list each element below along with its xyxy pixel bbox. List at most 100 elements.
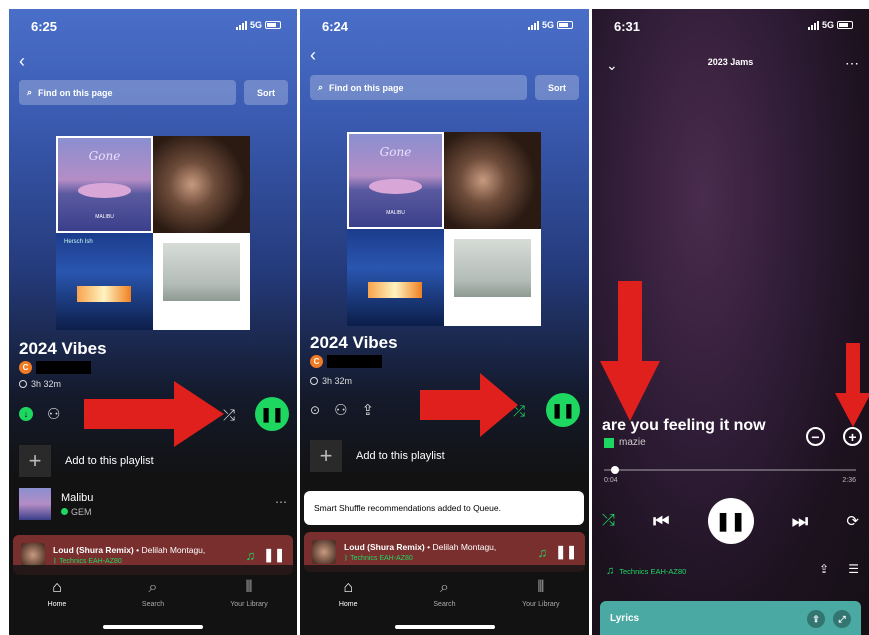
- downloaded-icon: [61, 508, 68, 515]
- owner-avatar: C: [19, 361, 32, 374]
- red-arrow-down-small: [835, 343, 869, 427]
- pause-icon[interactable]: ❚❚: [546, 393, 580, 427]
- plus-circle-icon[interactable]: +: [843, 427, 862, 446]
- artist-icon: [604, 437, 614, 448]
- connected-device[interactable]: ♫ Technics EAH-AZ80: [606, 565, 686, 577]
- screen-playlist-1: 6:25 5G ‹ ⌕ Find on this page Sort Gone …: [9, 9, 297, 635]
- screen-now-playing: 6:31 5G ⌄ 2023 Jams ⋯ are you feeling it…: [592, 9, 869, 635]
- playlist-actions: ⊙ ⚇ ⇪: [310, 401, 374, 419]
- add-to-playlist-row[interactable]: + Add to this playlist: [310, 440, 445, 472]
- add-to-playlist-label: Add to this playlist: [65, 455, 154, 467]
- queue-icon[interactable]: ☰: [848, 562, 859, 576]
- owner-row[interactable]: C: [310, 355, 382, 368]
- share-icon[interactable]: ⇪: [807, 610, 825, 628]
- smart-shuffle-icon[interactable]: ⤮: [602, 512, 615, 530]
- globe-icon: [19, 380, 27, 388]
- download-icon[interactable]: ↓: [19, 407, 33, 421]
- lyrics-card[interactable]: Lyrics ⇪ ⤢: [600, 601, 861, 635]
- library-icon: ⫴: [537, 579, 545, 596]
- owner-avatar: C: [310, 355, 323, 368]
- pause-icon[interactable]: ❚❚: [707, 498, 754, 544]
- red-arrow-down: [600, 281, 660, 421]
- context-title: 2023 Jams: [707, 57, 754, 67]
- playlist-actions: ↓ ⚇: [19, 405, 60, 423]
- track-artwork: [19, 488, 51, 520]
- toast-notification: Smart Shuffle recommendations added to Q…: [304, 491, 584, 525]
- sort-button[interactable]: Sort: [535, 75, 579, 100]
- cover-tile-1: Gone MALIBU: [347, 132, 444, 229]
- artist-row[interactable]: mazie: [604, 437, 646, 448]
- mini-pause-icon[interactable]: ❚❚: [555, 544, 577, 560]
- add-user-icon[interactable]: ⚇: [47, 405, 60, 423]
- previous-icon[interactable]: ⏮: [653, 511, 669, 532]
- cover-tile-1: Gone MALIBU: [56, 136, 153, 233]
- cover-tile-1-caption: MALIBU: [95, 213, 114, 220]
- cover-tile-2: [153, 136, 250, 233]
- status-bar: 6:25 5G: [9, 17, 297, 37]
- progress-bar[interactable]: [604, 466, 856, 474]
- cover-tile-4: [153, 233, 250, 330]
- cover-tile-3: Hersch Ish: [56, 233, 153, 330]
- stop-circle-icon[interactable]: ⊙: [310, 403, 320, 417]
- share-icon[interactable]: ⇪: [819, 562, 829, 576]
- track-row[interactable]: Malibu GEM: [19, 488, 93, 520]
- artist-name: mazie: [619, 437, 646, 448]
- status-time: 6:24: [322, 19, 349, 34]
- find-on-page-input[interactable]: ⌕ Find on this page: [310, 75, 527, 100]
- cover-tile-3-caption: Hersch Ish: [64, 239, 93, 245]
- track-title: Malibu: [61, 491, 94, 504]
- home-icon: ⌂: [343, 579, 353, 596]
- mini-pause-icon[interactable]: ❚❚: [263, 547, 285, 563]
- progress-knob[interactable]: [610, 466, 619, 474]
- red-arrow-right: [420, 373, 518, 437]
- red-arrow-right: [84, 381, 224, 447]
- more-options-icon[interactable]: ⋯: [845, 55, 859, 72]
- back-chevron-icon[interactable]: ‹: [19, 51, 25, 72]
- add-user-icon[interactable]: ⚇: [334, 401, 347, 419]
- more-options-icon[interactable]: ⋯: [275, 495, 287, 509]
- status-icons: 5G: [807, 20, 853, 30]
- nav-home[interactable]: ⌂ Home: [27, 579, 87, 635]
- headphones-icon[interactable]: ♫: [537, 545, 547, 560]
- headphones-icon[interactable]: ♫: [245, 548, 255, 563]
- repeat-icon[interactable]: ⟳: [846, 512, 859, 530]
- mini-player-artwork: [312, 540, 336, 564]
- cover-tile-1-title: Gone: [379, 145, 412, 160]
- add-to-playlist-row[interactable]: + Add to this playlist: [19, 445, 154, 477]
- nav-library[interactable]: ⫴ Your Library: [511, 579, 571, 635]
- search-icon: ⌕: [148, 579, 158, 596]
- total-time: 2:36: [842, 477, 856, 484]
- expand-icon[interactable]: ⤢: [833, 610, 851, 628]
- minus-circle-icon[interactable]: −: [806, 427, 825, 446]
- share-icon[interactable]: ⇪: [362, 401, 375, 419]
- playlist-title: 2024 Vibes: [19, 339, 107, 358]
- mini-player-artist: Delilah Montagu,: [141, 545, 206, 555]
- owner-row[interactable]: C: [19, 361, 91, 374]
- owner-name-redacted: [327, 355, 382, 368]
- battery-icon: [557, 21, 573, 29]
- library-icon: ⫴: [245, 579, 253, 596]
- cover-tile-3: [347, 229, 444, 326]
- shuffle-icon[interactable]: ⤮: [223, 407, 235, 424]
- owner-name-redacted: [36, 361, 91, 374]
- search-placeholder: Find on this page: [329, 82, 404, 93]
- pause-icon[interactable]: ❚❚: [255, 397, 289, 431]
- cover-tile-2: [444, 132, 541, 229]
- signal-icon: [807, 20, 819, 30]
- lyrics-label: Lyrics: [610, 613, 640, 624]
- search-icon: ⌕: [440, 579, 449, 596]
- cover-tile-1-caption: MALIBU: [386, 209, 405, 216]
- sort-button[interactable]: Sort: [244, 80, 288, 105]
- nav-library[interactable]: ⫴ Your Library: [219, 579, 279, 635]
- next-icon[interactable]: ⏭: [792, 511, 808, 532]
- status-bar: 6:31 5G: [592, 17, 869, 37]
- track-artist: GEM: [71, 506, 92, 517]
- mini-player-device: Technics EAH-AZ80: [59, 558, 122, 565]
- cover-tile-1-title: Gone: [88, 149, 121, 164]
- nav-home[interactable]: ⌂ Home: [318, 579, 378, 635]
- playlist-cover: Gone MALIBU: [347, 132, 541, 326]
- add-to-playlist-label: Add to this playlist: [356, 450, 445, 462]
- find-on-page-input[interactable]: ⌕ Find on this page: [19, 80, 236, 105]
- status-bar: 6:24 5G: [300, 17, 589, 37]
- back-chevron-icon[interactable]: ‹: [310, 45, 316, 66]
